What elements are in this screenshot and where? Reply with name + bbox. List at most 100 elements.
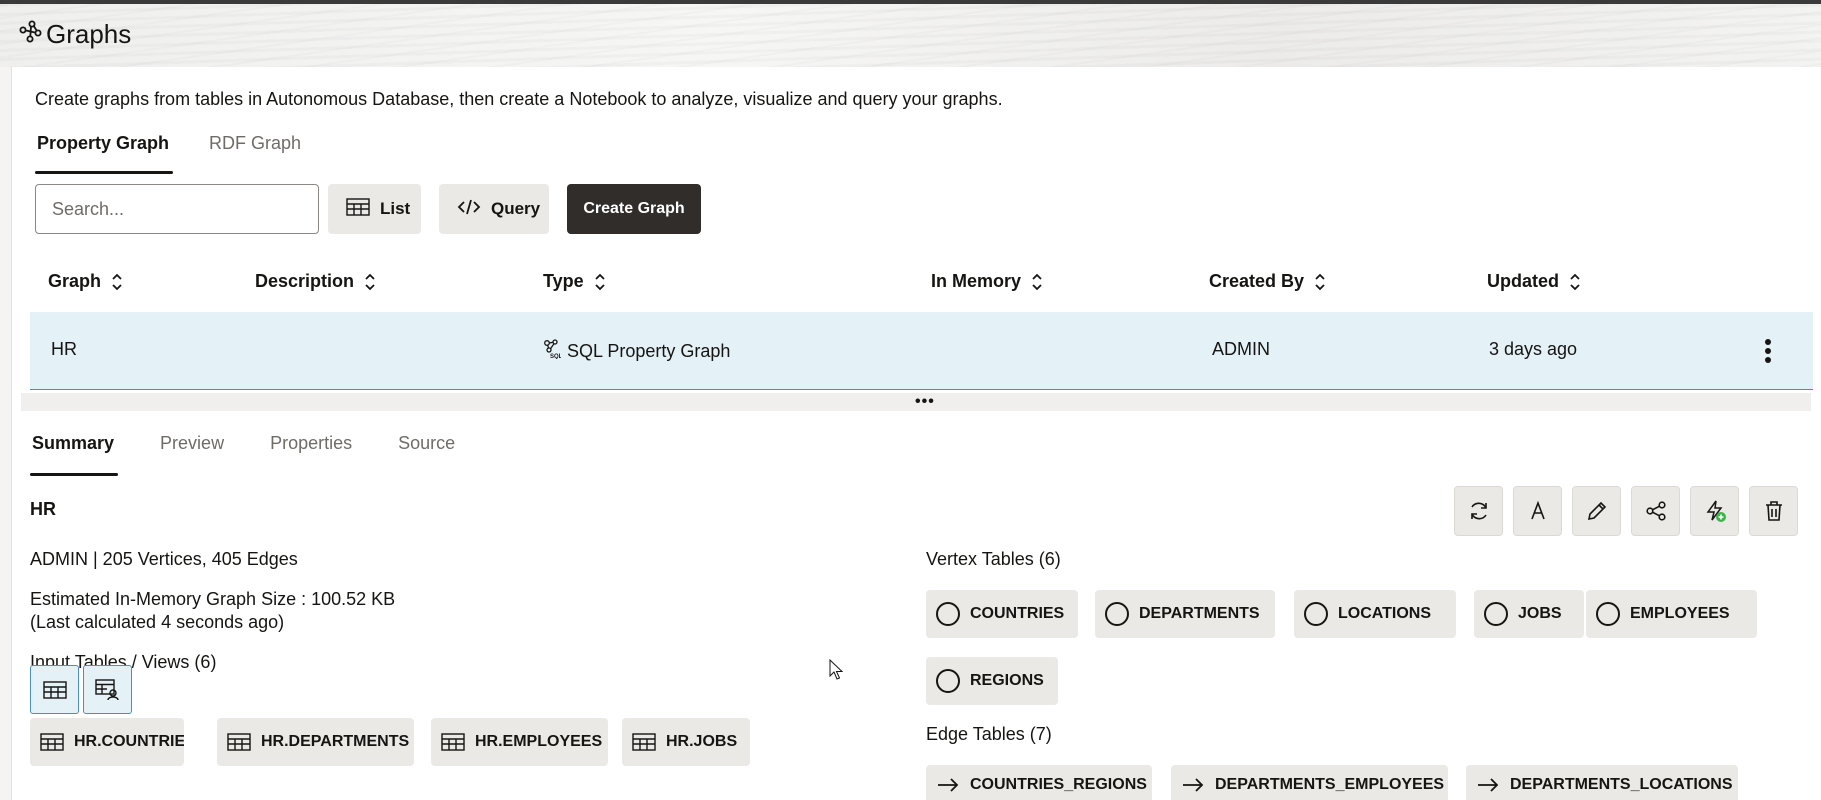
create-graph-button[interactable]: Create Graph <box>567 184 701 234</box>
vertex-tables-heading: Vertex Tables (6) <box>926 549 1061 569</box>
column-graph[interactable]: Graph <box>48 271 123 292</box>
delete-button[interactable] <box>1749 486 1798 536</box>
search-input[interactable] <box>35 184 319 234</box>
input-table-chip[interactable]: HR.JOBS <box>622 718 750 766</box>
edge-table-chip[interactable]: DEPARTMENTS_EMPLOYEES <box>1171 765 1448 800</box>
edge-table-label: DEPARTMENTS_EMPLOYEES <box>1215 776 1445 793</box>
table-icon <box>632 733 656 751</box>
header-bar: Graphs <box>0 0 1821 67</box>
type-label: SQL Property Graph <box>567 341 731 361</box>
table-icon <box>346 197 370 221</box>
share-button[interactable] <box>1631 486 1680 536</box>
graph-actions <box>1454 486 1798 536</box>
column-label: Graph <box>48 271 102 291</box>
arrow-right-icon <box>938 778 959 792</box>
app-title: Graphs <box>18 18 131 51</box>
graph-type-tabs: Property Graph RDF Graph <box>35 133 339 174</box>
intro-text: Create graphs from tables in Autonomous … <box>35 89 1003 109</box>
main-panel: Create graphs from tables in Autonomous … <box>11 67 1821 800</box>
list-label: List <box>380 199 411 218</box>
in-memory-size: Estimated In-Memory Graph Size : 100.52 … <box>30 589 396 609</box>
vertex-table-chip[interactable]: COUNTRIES <box>926 590 1078 638</box>
column-label: Created By <box>1209 271 1305 291</box>
table-view-toggle[interactable] <box>30 665 79 714</box>
input-view-toggle <box>30 665 132 714</box>
edge-tables-heading: Edge Tables (7) <box>926 724 1052 744</box>
edge-table-label: COUNTRIES_REGIONS <box>970 776 1147 793</box>
tab-summary[interactable]: Summary <box>30 433 119 476</box>
font-button[interactable] <box>1513 486 1562 536</box>
graph-stats: ADMIN | 205 Vertices, 405 Edges <box>30 549 298 569</box>
owner-view-toggle[interactable] <box>83 665 132 714</box>
load-into-memory-button[interactable] <box>1690 486 1739 536</box>
vertex-table-label: LOCATIONS <box>1338 605 1432 622</box>
cell-created-by: ADMIN <box>1212 339 1270 359</box>
sort-icon <box>112 273 122 290</box>
vertex-table-chip[interactable]: LOCATIONS <box>1294 590 1456 638</box>
column-description[interactable]: Description <box>255 271 376 292</box>
sort-icon <box>365 273 375 290</box>
edit-icon <box>1587 501 1606 521</box>
sort-icon <box>1570 273 1580 290</box>
load-memory-icon <box>1706 500 1726 522</box>
list-view-button[interactable]: List <box>328 184 421 234</box>
table-icon <box>441 733 465 751</box>
table-icon <box>227 733 251 751</box>
table-row[interactable]: HR SQL SQL Property Graph ADMIN 3 days a… <box>30 312 1813 390</box>
cell-type: SQL SQL Property Graph <box>543 339 730 364</box>
table-icon <box>42 680 67 699</box>
tab-property-graph[interactable]: Property Graph <box>35 133 174 174</box>
graph-logo-icon <box>18 18 44 51</box>
vertex-table-label: DEPARTMENTS <box>1139 605 1260 622</box>
input-table-chip[interactable]: HR.COUNTRIES <box>30 718 184 766</box>
column-label: Description <box>255 271 355 291</box>
vertex-table-label: COUNTRIES <box>970 605 1065 622</box>
sort-icon <box>1315 273 1325 290</box>
svg-text:SQL: SQL <box>550 354 561 359</box>
tab-preview[interactable]: Preview <box>158 433 226 476</box>
edit-button[interactable] <box>1572 486 1621 536</box>
column-created-by[interactable]: Created By <box>1209 271 1326 292</box>
refresh-button[interactable] <box>1454 486 1503 536</box>
vertex-table-chip[interactable]: DEPARTMENTS <box>1095 590 1275 638</box>
vertex-circle-icon <box>1484 602 1508 626</box>
vertex-circle-icon <box>1596 602 1620 626</box>
edge-table-chip[interactable]: COUNTRIES_REGIONS <box>926 765 1152 800</box>
vertex-table-chip[interactable]: JOBS <box>1474 590 1584 638</box>
vertex-circle-icon <box>936 602 960 626</box>
font-icon <box>1530 500 1545 520</box>
arrow-right-icon <box>1183 778 1204 792</box>
tab-source[interactable]: Source <box>396 433 457 476</box>
pane-splitter[interactable]: ••• <box>21 393 1811 411</box>
input-table-chip[interactable]: HR.EMPLOYEES <box>431 718 608 766</box>
query-button[interactable]: Query <box>439 184 549 234</box>
column-updated[interactable]: Updated <box>1487 271 1581 292</box>
cell-graph: HR <box>51 339 77 359</box>
vertex-table-chip[interactable]: REGIONS <box>926 657 1058 705</box>
vertex-circle-icon <box>1105 602 1129 626</box>
input-table-label: HR.JOBS <box>666 733 738 750</box>
input-table-chip[interactable]: HR.DEPARTMENTS <box>217 718 414 766</box>
cell-updated: 3 days ago <box>1489 339 1578 359</box>
column-label: Type <box>543 271 584 291</box>
column-in-memory[interactable]: In Memory <box>931 271 1043 292</box>
input-table-label: HR.COUNTRIES <box>74 733 184 750</box>
column-label: Updated <box>1487 271 1559 291</box>
vertex-table-chip[interactable]: EMPLOYEES <box>1586 590 1757 638</box>
sort-icon <box>595 273 605 290</box>
detail-tabs: Summary Preview Properties Source <box>30 433 499 476</box>
column-type[interactable]: Type <box>543 271 606 292</box>
vertex-table-label: JOBS <box>1518 605 1562 622</box>
tab-rdf-graph[interactable]: RDF Graph <box>207 133 303 174</box>
refresh-icon <box>1470 502 1487 520</box>
drag-handle-icon[interactable]: ••• <box>915 394 935 410</box>
query-label: Query <box>491 199 541 218</box>
vertex-table-label: EMPLOYEES <box>1630 605 1730 622</box>
vertex-table-label: REGIONS <box>970 672 1044 689</box>
row-actions-menu-icon[interactable] <box>1763 338 1773 364</box>
table-icon <box>40 733 64 751</box>
edge-table-label: DEPARTMENTS_LOCATIONS <box>1510 776 1733 793</box>
tab-properties[interactable]: Properties <box>268 433 354 476</box>
input-table-label: HR.EMPLOYEES <box>475 733 603 750</box>
edge-table-chip[interactable]: DEPARTMENTS_LOCATIONS <box>1466 765 1738 800</box>
